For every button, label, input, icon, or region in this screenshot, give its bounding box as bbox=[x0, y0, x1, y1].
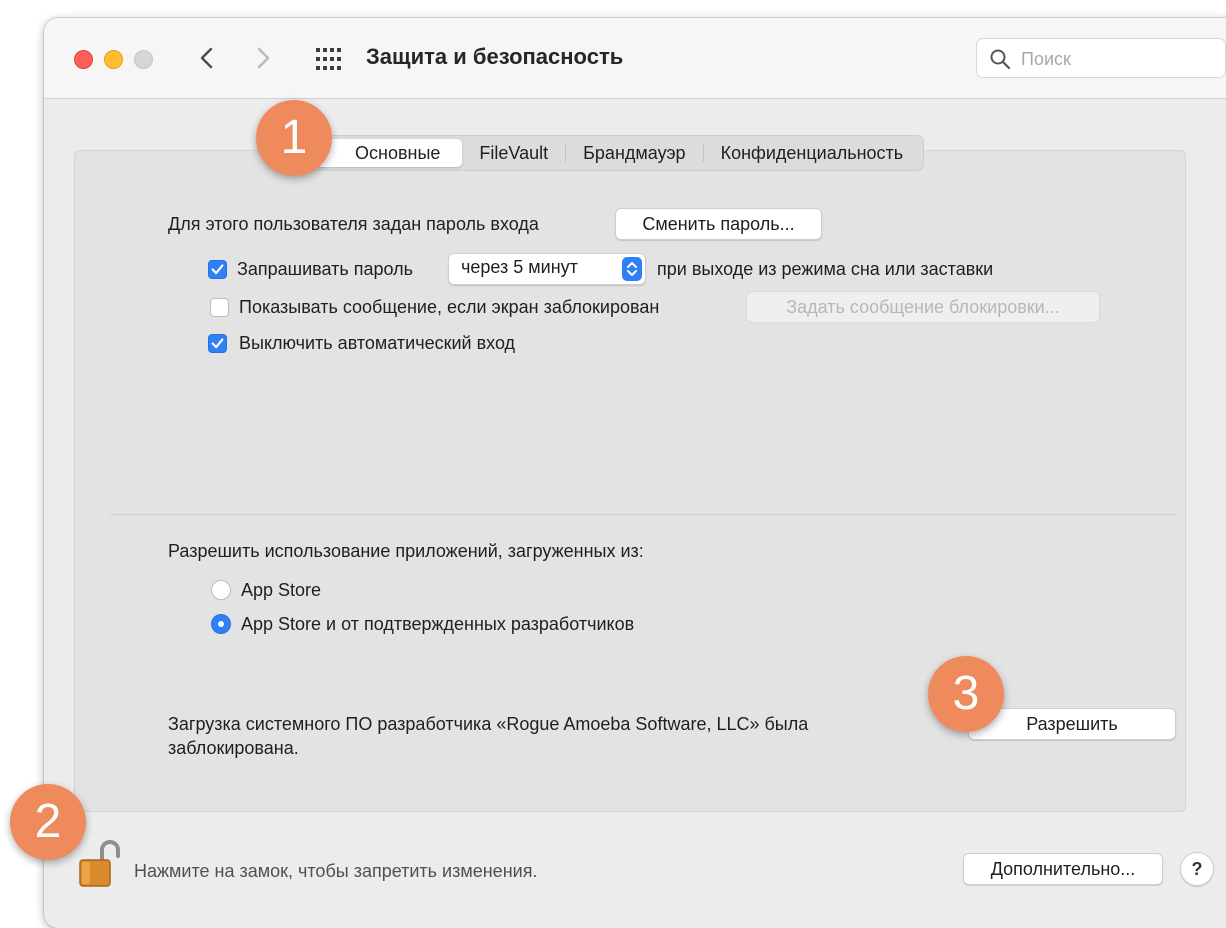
password-delay-select[interactable]: через 5 минут bbox=[448, 253, 646, 285]
title-bar: Защита и безопасность bbox=[44, 18, 1226, 99]
close-window-button[interactable] bbox=[74, 50, 93, 69]
radio-app-store-identified[interactable] bbox=[211, 614, 231, 634]
radio-app-store[interactable] bbox=[211, 580, 231, 600]
allow-button[interactable]: Разрешить bbox=[968, 708, 1176, 740]
blocked-software-text-line1: Загрузка системного ПО разработчика «Rog… bbox=[168, 714, 809, 734]
tab-filevault[interactable]: FileVault bbox=[462, 139, 565, 167]
forward-chevron-icon[interactable] bbox=[248, 40, 278, 76]
window-title: Защита и безопасность bbox=[366, 44, 624, 69]
minimize-window-button[interactable] bbox=[104, 50, 123, 69]
back-chevron-icon[interactable] bbox=[192, 40, 222, 76]
advanced-button[interactable]: Дополнительно... bbox=[963, 853, 1163, 885]
tab-general[interactable]: Основные bbox=[315, 139, 463, 167]
tab-privacy[interactable]: Конфиденциальность bbox=[704, 139, 921, 167]
search-input[interactable] bbox=[1019, 47, 1213, 71]
disable-autologin-checkbox[interactable] bbox=[208, 334, 227, 353]
set-lock-message-button[interactable]: Задать сообщение блокировки... bbox=[746, 291, 1100, 323]
unlocked-padlock-icon[interactable] bbox=[78, 838, 122, 888]
search-field[interactable] bbox=[976, 38, 1226, 78]
tab-firewall[interactable]: Брандмауэр bbox=[566, 139, 702, 167]
checkmark-icon bbox=[211, 338, 224, 349]
allow-apps-heading: Разрешить использование приложений, загр… bbox=[168, 541, 644, 561]
stepper-arrows-icon bbox=[622, 257, 642, 281]
annotation-badge-1: 1 bbox=[256, 100, 332, 176]
checkmark-icon bbox=[211, 264, 224, 275]
change-password-button[interactable]: Сменить пароль... bbox=[615, 208, 822, 240]
show-message-label: Показывать сообщение, если экран заблоки… bbox=[239, 297, 660, 317]
annotation-badge-2: 2 bbox=[10, 784, 86, 860]
lock-hint-text: Нажмите на замок, чтобы запретить измене… bbox=[134, 861, 538, 881]
radio-app-store-label: App Store bbox=[241, 580, 322, 600]
password-delay-value: через 5 минут bbox=[461, 257, 578, 277]
help-button[interactable]: ? bbox=[1180, 852, 1214, 886]
show-all-grid-icon[interactable] bbox=[314, 46, 342, 72]
require-password-label: Запрашивать пароль bbox=[237, 259, 414, 279]
tab-bar: Основные FileVault Брандмауэр Конфиденци… bbox=[311, 135, 925, 171]
require-password-suffix: при выходе из режима сна или заставки bbox=[657, 259, 994, 279]
annotation-badge-3: 3 bbox=[928, 656, 1004, 732]
disable-autologin-label: Выключить автоматический вход bbox=[239, 333, 516, 353]
login-password-label: Для этого пользователя задан пароль вход… bbox=[168, 214, 539, 234]
section-divider bbox=[110, 514, 1176, 515]
radio-app-store-identified-label: App Store и от подтвержденных разработчи… bbox=[241, 614, 635, 634]
search-icon bbox=[990, 49, 1011, 70]
zoom-window-button[interactable] bbox=[134, 50, 153, 69]
show-message-checkbox[interactable] bbox=[210, 298, 229, 317]
require-password-checkbox[interactable] bbox=[208, 260, 227, 279]
blocked-software-text-line2: заблокирована. bbox=[168, 738, 299, 758]
